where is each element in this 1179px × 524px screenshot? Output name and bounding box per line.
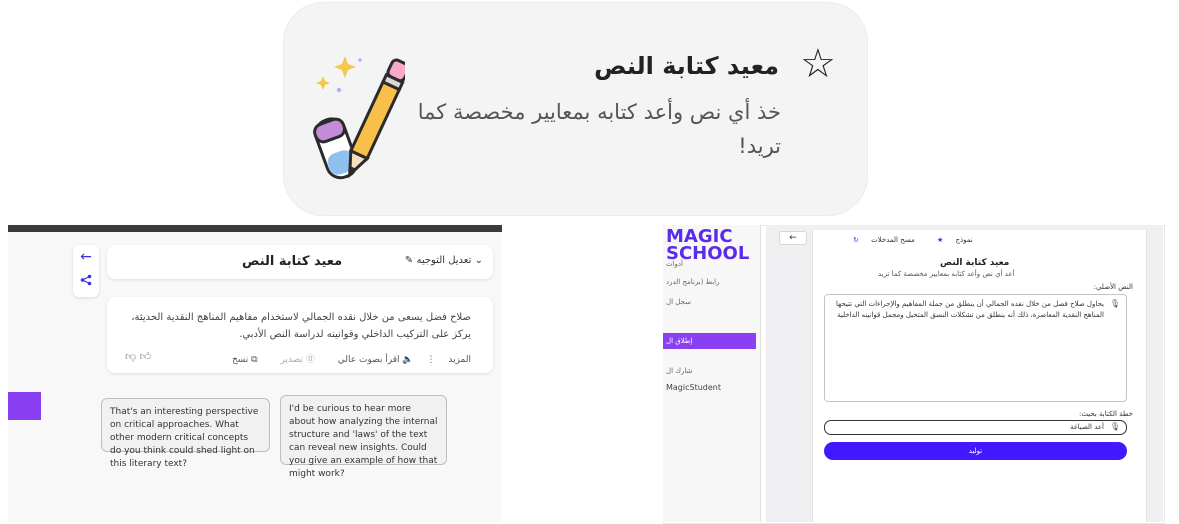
suggestion-chip[interactable]: That's an interesting perspective on cri… <box>101 398 270 469</box>
chat-nav: ← <box>73 245 99 297</box>
sidebar-item[interactable]: شارك ال <box>666 367 692 375</box>
pencil-icon: ✎ <box>404 255 414 266</box>
form-title: معيد كتابة النص <box>940 258 1010 268</box>
sidebar-item[interactable]: أدوات <box>666 260 683 268</box>
microphone-icon[interactable]: 🎙︎ <box>1110 299 1120 308</box>
original-text-field[interactable]: يحاول صلاح فضل من خلال نقده الجمالي أن ي… <box>824 294 1127 402</box>
form-subtitle: أعد أي نص وأعد كتابه بمعايير مخصصة كما ت… <box>878 270 1015 278</box>
rewrite-criteria-value: أعد الصياغة <box>1070 423 1104 431</box>
read-aloud-button[interactable]: 🔈 اقرأ بصوت عالي <box>328 355 414 365</box>
message-text: صلاح فضل يسعى من خلال نقده الجمالي لاستخ… <box>131 312 471 340</box>
chevron-down-icon: ⌄ <box>474 255 483 266</box>
tool-title: معيد كتابة النص <box>594 52 779 80</box>
sidebar-item[interactable]: MagicStudent <box>666 383 721 392</box>
thumbs-up-icon[interactable]: 👍︎ <box>140 350 152 363</box>
microphone-icon[interactable]: 🎙︎ <box>1110 422 1120 431</box>
example-button[interactable]: نموذج ★ <box>927 236 973 244</box>
edit-prompt-label: تعديل التوجيه <box>416 255 472 266</box>
more-button[interactable]: المزيد ⋮ <box>426 355 471 365</box>
edit-prompt-button[interactable]: ⌄ تعديل التوجيه ✎ <box>405 255 483 266</box>
export-button[interactable]: ⓪ تصدير <box>270 355 314 365</box>
back-button[interactable]: ← <box>779 231 807 245</box>
star-outline-icon[interactable]: ☆ <box>800 44 836 84</box>
thumbs-down-icon[interactable]: 👎︎ <box>125 350 136 363</box>
star-icon: ★ <box>936 236 944 244</box>
copy-button[interactable]: ⧉ نسخ <box>222 355 258 365</box>
share-icon[interactable] <box>73 272 99 288</box>
chat-title: معيد كتابة النص <box>242 254 343 269</box>
tool-description: خذ أي نص وأعد كتابه بمعايير مخصصة كما تر… <box>417 100 781 158</box>
form-toolbar: نموذج ★ مسح المدخلات ↻ <box>833 236 973 244</box>
rewrite-label: خطة الكتابة بحيث: <box>1079 410 1133 418</box>
feedback-icons: 👎︎ 👍︎ <box>125 350 151 363</box>
magic-school-logo: MAGIC SCHOOL <box>666 226 750 265</box>
original-text-value: يحاول صلاح فضل من خلال نقده الجمالي أن ي… <box>836 300 1104 320</box>
generate-button[interactable]: توليد <box>824 442 1127 460</box>
sidebar-item-label: إطلاق ال <box>666 337 693 345</box>
pencil-eraser-sparkles-icon <box>313 56 405 180</box>
chat-header: معيد كتابة النص ⌄ تعديل التوجيه ✎ <box>107 245 493 279</box>
sidebar-item[interactable]: سجل ال <box>666 298 691 306</box>
sidebar-item[interactable]: رابط (برنامج الدرد <box>666 278 720 286</box>
assistant-message: صلاح فضل يسعى من خلال نقده الجمالي لاستخ… <box>107 297 493 373</box>
original-text-label: النص الأصلي: <box>1093 283 1133 291</box>
clear-inputs-button[interactable]: مسح المدخلات ↻ <box>843 236 915 244</box>
refresh-icon: ↻ <box>853 236 859 244</box>
window-top-bar <box>8 225 502 232</box>
sidebar-tab[interactable] <box>8 392 41 420</box>
suggestion-chip[interactable]: I'd be curious to hear more about how an… <box>280 395 447 479</box>
back-arrow-icon[interactable]: ← <box>73 249 99 265</box>
rewrite-criteria-field[interactable]: أعد الصياغة 🎙︎ <box>824 420 1127 435</box>
message-actions: المزيد ⋮ 🔈 اقرأ بصوت عالي ⓪ تصدير ⧉ نسخ <box>212 352 471 365</box>
